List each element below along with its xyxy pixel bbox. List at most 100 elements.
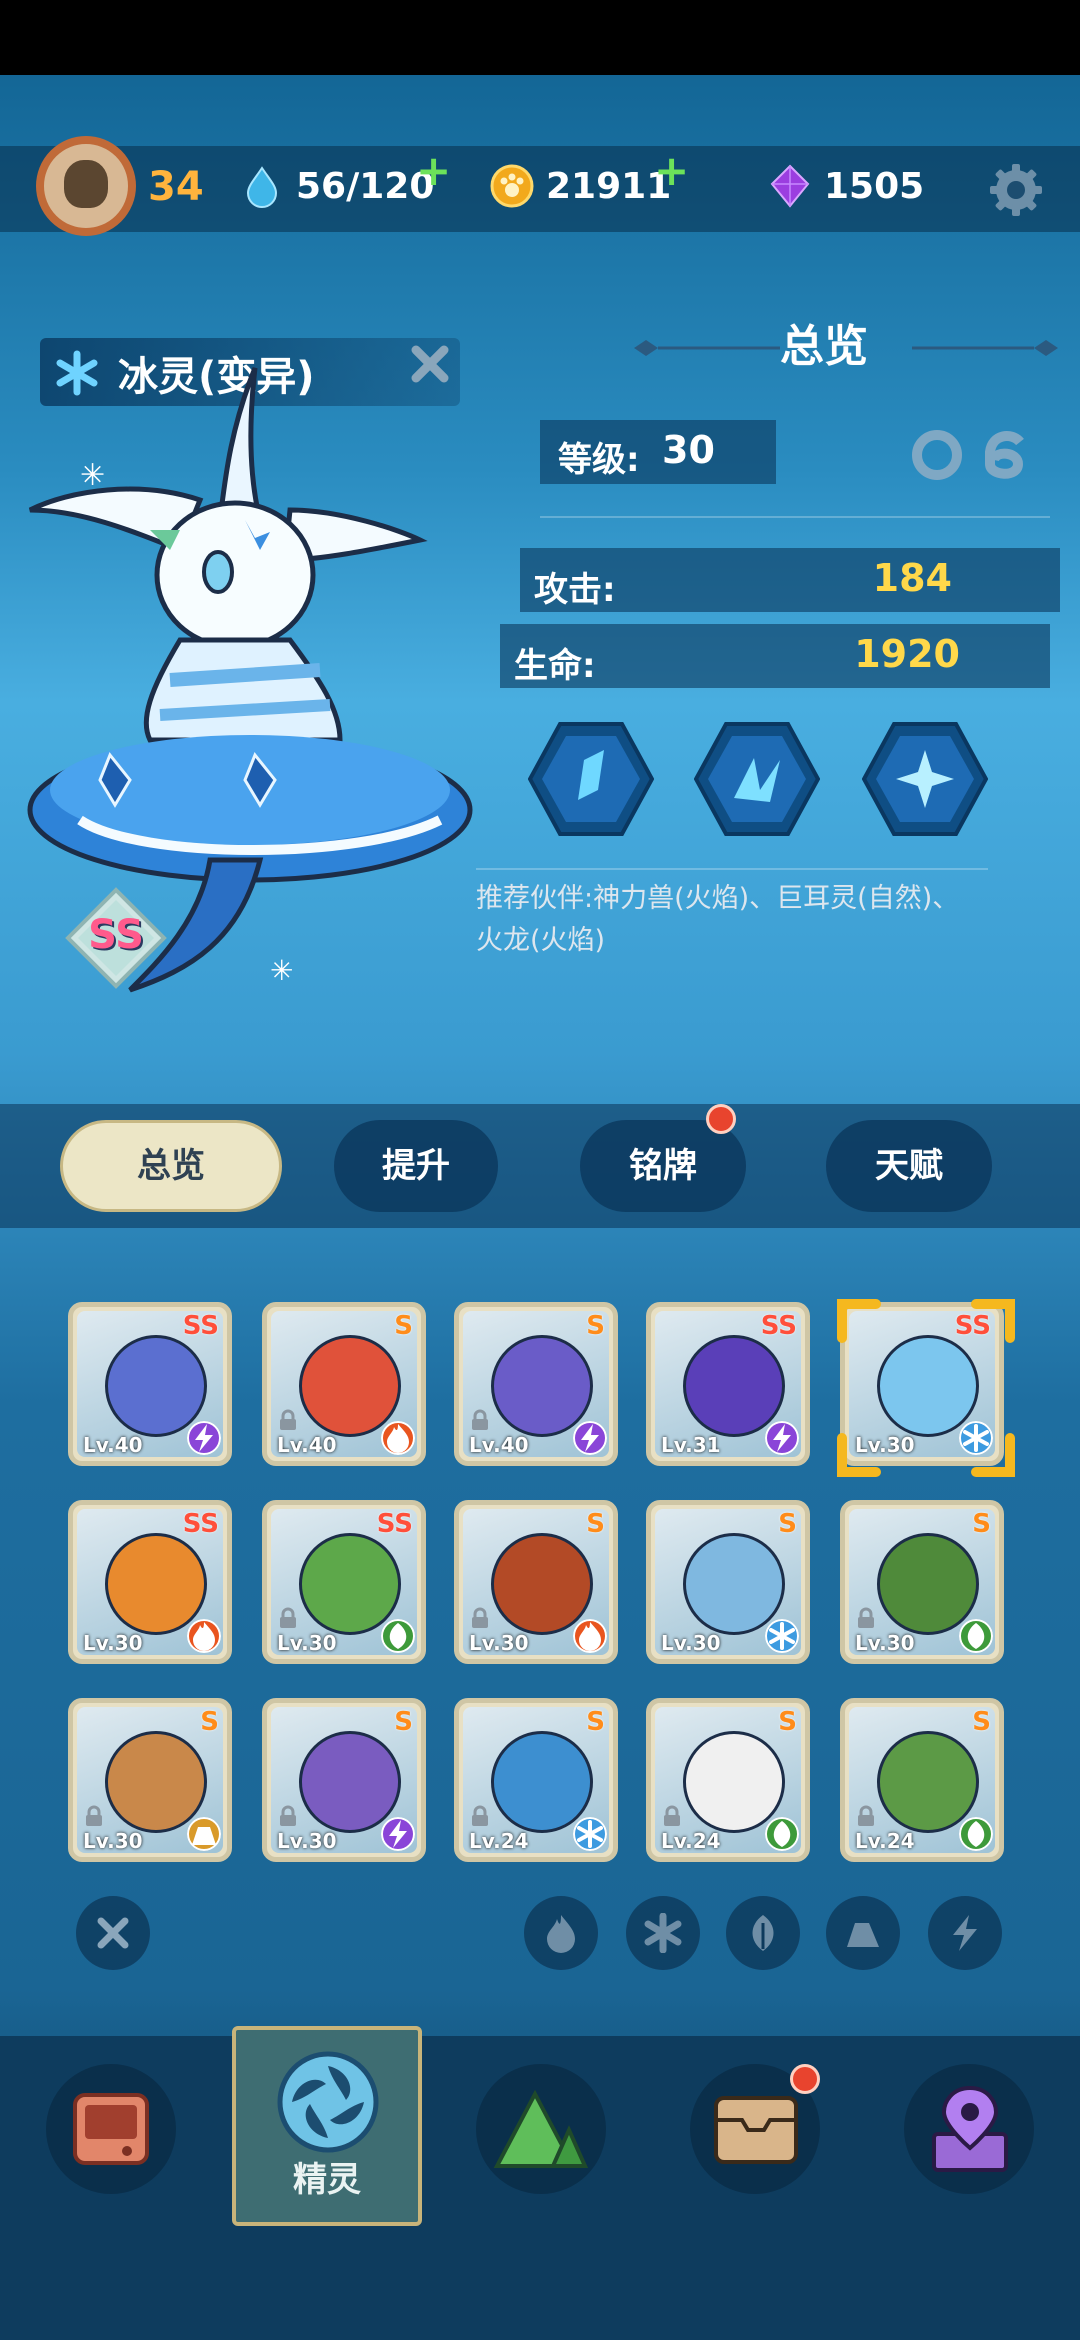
pet-rank: S [394, 1311, 413, 1341]
pet-card[interactable]: S Lv.30 [840, 1500, 1004, 1664]
pet-level: Lv.30 [469, 1631, 529, 1655]
paw-coin-icon [490, 164, 534, 208]
pet-rank: S [586, 1311, 605, 1341]
player-level: 34 [148, 164, 204, 210]
fire-element-icon [187, 1619, 221, 1653]
chest-icon [714, 2096, 798, 2164]
lock-icon [280, 1607, 296, 1628]
electric-element-icon [381, 1817, 415, 1851]
electric-element-icon [573, 1421, 607, 1455]
pet-level: Lv.40 [83, 1433, 143, 1457]
recommended-partners-text: 推荐伙伴:神力兽(火焰)、巨耳灵(自然)、火龙(火焰) [476, 883, 960, 956]
add-coins-button[interactable]: + [654, 150, 689, 192]
pet-rank: S [778, 1509, 797, 1539]
player-avatar[interactable] [36, 136, 136, 236]
nav-location-button[interactable] [904, 2064, 1034, 2194]
clear-filter-icon [97, 1917, 129, 1949]
pet-rank: S [394, 1707, 413, 1737]
pet-portrait [491, 1335, 593, 1437]
lock-icon [472, 1805, 488, 1826]
pet-rank: S [586, 1707, 605, 1737]
pet-portrait [877, 1731, 979, 1833]
tab-overview[interactable]: 总览 [60, 1120, 282, 1212]
pet-card[interactable]: SS Lv.30 [262, 1500, 426, 1664]
fire-element-icon [381, 1421, 415, 1455]
pet-card[interactable]: S Lv.40 [454, 1302, 618, 1466]
pet-rank: S [586, 1509, 605, 1539]
pet-portrait [299, 1731, 401, 1833]
tab-upgrade[interactable]: 提升 [334, 1120, 498, 1212]
filter-electric-button[interactable] [928, 1896, 1002, 1970]
settings-gear-icon[interactable] [986, 160, 1046, 220]
mountain-icon [493, 2089, 589, 2168]
filter-earth-button[interactable] [826, 1896, 900, 1970]
pet-level: Lv.30 [83, 1829, 143, 1853]
coin-value: 21911 [546, 166, 672, 207]
heading-ornament-right [912, 340, 1058, 356]
lock-icon [858, 1805, 874, 1826]
pet-portrait [105, 1335, 207, 1437]
pet-card[interactable]: S Lv.24 [646, 1698, 810, 1862]
clear-filter-button[interactable] [76, 1896, 150, 1970]
shop-notification-dot [790, 2064, 820, 2094]
purple-gem-icon [770, 164, 810, 208]
pet-card[interactable]: SS Lv.40 [68, 1302, 232, 1466]
tab-talent[interactable]: 天赋 [826, 1120, 992, 1212]
water-drop-icon [246, 166, 278, 208]
lightning-filter-icon [953, 1915, 977, 1951]
pet-card[interactable]: S Lv.24 [454, 1698, 618, 1862]
ice-filter-icon [644, 1913, 682, 1953]
skill-2-icon[interactable] [694, 720, 820, 838]
pet-portrait [491, 1533, 593, 1635]
pet-level: Lv.31 [661, 1433, 721, 1457]
partners-divider [476, 868, 988, 870]
device-icon [73, 2093, 149, 2165]
stats-divider [540, 516, 1050, 518]
level-value: 30 [662, 428, 715, 472]
pet-card[interactable]: SS Lv.30 [68, 1500, 232, 1664]
lock-icon [280, 1409, 296, 1430]
stamina-counter: 56/120 [240, 160, 434, 214]
attack-label: 攻击: [534, 570, 616, 610]
filter-fire-button[interactable] [524, 1896, 598, 1970]
pet-card[interactable]: S Lv.30 [646, 1500, 810, 1664]
nav-map-button[interactable] [476, 2064, 606, 2194]
pet-level: Lv.30 [277, 1829, 337, 1853]
add-stamina-button[interactable]: + [416, 150, 451, 192]
level-label: 等级: [558, 440, 640, 480]
pet-portrait [491, 1731, 593, 1833]
attack-value: 184 [872, 556, 952, 600]
pet-card[interactable]: S Lv.30 [68, 1698, 232, 1862]
nav-spirits-label: 精灵 [293, 2160, 361, 2200]
pet-card[interactable]: S Lv.40 [262, 1302, 426, 1466]
hp-value: 1920 [854, 632, 960, 676]
nature-element-icon [959, 1619, 993, 1653]
pet-portrait [299, 1533, 401, 1635]
selected-card-frame [837, 1299, 1015, 1477]
pet-card[interactable]: SS Lv.31 [646, 1302, 810, 1466]
pet-rank: S [200, 1707, 219, 1737]
pet-card[interactable]: S Lv.30 [454, 1500, 618, 1664]
lock-icon [664, 1805, 680, 1826]
leaf-filter-icon [752, 1915, 774, 1951]
pet-level: Lv.40 [469, 1433, 529, 1457]
pet-card[interactable]: S Lv.30 [262, 1698, 426, 1862]
pet-level: Lv.30 [83, 1631, 143, 1655]
ice-element-icon [765, 1619, 799, 1653]
lock-icon [472, 1607, 488, 1628]
pet-level: Lv.40 [277, 1433, 337, 1457]
stamina-value: 56/120 [296, 166, 435, 207]
pet-level: Lv.30 [855, 1631, 915, 1655]
skill-3-icon[interactable] [862, 720, 988, 838]
pet-portrait [683, 1335, 785, 1437]
pet-level: Lv.30 [661, 1631, 721, 1655]
pet-rank: SS [182, 1509, 219, 1539]
nav-backpack-button[interactable] [46, 2064, 176, 2194]
filter-nature-button[interactable] [726, 1896, 800, 1970]
pet-grade-text: SS [88, 912, 144, 958]
pet-card[interactable]: S Lv.24 [840, 1698, 1004, 1862]
filter-ice-button[interactable] [626, 1896, 700, 1970]
skill-1-icon[interactable] [528, 720, 654, 838]
lock-icon [858, 1607, 874, 1628]
pet-rank: S [778, 1707, 797, 1737]
